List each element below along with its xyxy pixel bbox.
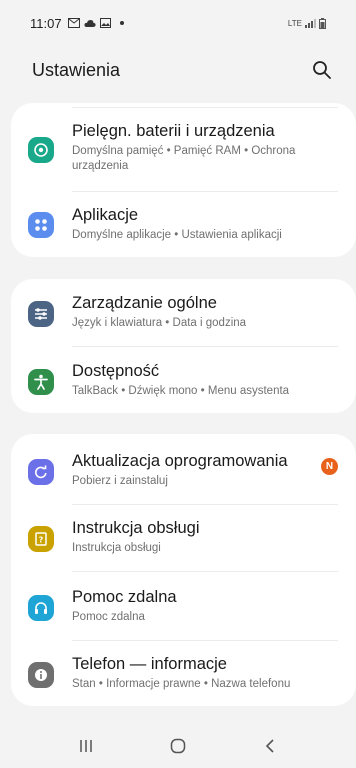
home-icon bbox=[170, 738, 186, 754]
item-subtitle: Instrukcja obsługi bbox=[72, 542, 161, 554]
recents-button[interactable] bbox=[66, 731, 106, 761]
settings-group-2: Zarządzanie ogólne Język i klawiatura • … bbox=[11, 279, 356, 413]
item-title: Aktualizacja oprogramowania bbox=[72, 452, 288, 470]
settings-item-software-update[interactable]: Aktualizacja oprogramowania Pobierz i za… bbox=[11, 451, 356, 501]
settings-item-user-manual[interactable]: ? Instrukcja obsługi Instrukcja obsługi bbox=[11, 518, 356, 568]
item-title: Instrukcja obsługi bbox=[72, 519, 200, 537]
notification-icons bbox=[67, 18, 124, 28]
settings-item-general-management[interactable]: Zarządzanie ogólne Język i klawiatura • … bbox=[11, 293, 356, 343]
divider bbox=[72, 346, 338, 347]
item-title: Zarządzanie ogólne bbox=[72, 294, 217, 312]
apps-icon bbox=[28, 212, 54, 238]
settings-group-1: Pielęgn. baterii i urządzenia Domyślna p… bbox=[11, 103, 356, 257]
device-care-icon bbox=[28, 137, 54, 163]
recents-icon bbox=[80, 740, 92, 752]
svg-text:?: ? bbox=[39, 536, 44, 545]
status-time: 11:07 bbox=[30, 15, 62, 31]
item-title: Aplikacje bbox=[72, 206, 139, 224]
divider bbox=[72, 640, 338, 641]
network-label: LTE bbox=[287, 18, 302, 28]
image-icon bbox=[99, 18, 111, 28]
dot-icon bbox=[119, 21, 124, 25]
item-subtitle: Pobierz i zainstaluj bbox=[72, 475, 168, 487]
item-title: Telefon — informacje bbox=[72, 655, 227, 673]
navigation-bar bbox=[0, 724, 356, 768]
search-button[interactable] bbox=[310, 58, 334, 82]
signal-icon bbox=[305, 18, 316, 28]
settings-item-accessibility[interactable]: Dostępność TalkBack • Dźwięk mono • Menu… bbox=[11, 361, 356, 411]
manual-icon: ? bbox=[28, 526, 54, 552]
info-icon bbox=[28, 662, 54, 688]
divider bbox=[72, 107, 338, 108]
headset-icon bbox=[28, 595, 54, 621]
item-subtitle: TalkBack • Dźwięk mono • Menu asystenta bbox=[72, 385, 290, 397]
status-bar: 11:07 LTE bbox=[0, 0, 356, 46]
item-title: Pomoc zdalna bbox=[72, 588, 177, 606]
settings-item-about-phone[interactable]: Telefon — informacje Stan • Informacje p… bbox=[11, 654, 356, 704]
app-bar: Ustawienia bbox=[0, 50, 356, 90]
settings-group-3: Aktualizacja oprogramowania Pobierz i za… bbox=[11, 434, 356, 706]
divider bbox=[72, 504, 338, 505]
settings-item-remote-support[interactable]: Pomoc zdalna Pomoc zdalna bbox=[11, 587, 356, 637]
divider bbox=[72, 191, 338, 192]
item-subtitle: Domyślna pamięć • Pamięć RAM • Ochrona u… bbox=[72, 145, 296, 172]
page-title: Ustawienia bbox=[32, 59, 121, 80]
mail-icon bbox=[67, 18, 80, 28]
item-title: Dostępność bbox=[72, 362, 160, 380]
settings-item-device-care[interactable]: Pielęgn. baterii i urządzenia Domyślna p… bbox=[11, 121, 356, 189]
item-title: Pielęgn. baterii i urządzenia bbox=[72, 122, 275, 140]
item-subtitle: Pomoc zdalna bbox=[72, 611, 145, 623]
status-right: LTE bbox=[287, 17, 326, 29]
cloud-icon bbox=[84, 19, 96, 27]
item-subtitle: Język i klawiatura • Data i godzina bbox=[72, 317, 247, 329]
settings-item-apps[interactable]: Aplikacje Domyślne aplikacje • Ustawieni… bbox=[11, 205, 356, 251]
sliders-icon bbox=[28, 301, 54, 327]
item-subtitle: Stan • Informacje prawne • Nazwa telefon… bbox=[72, 678, 291, 690]
software-update-icon bbox=[28, 459, 54, 485]
back-button[interactable] bbox=[250, 731, 290, 761]
item-subtitle: Domyślne aplikacje • Ustawienia aplikacj… bbox=[72, 229, 282, 241]
battery-icon bbox=[319, 17, 326, 29]
divider bbox=[72, 571, 338, 572]
home-button[interactable] bbox=[158, 731, 198, 761]
search-icon bbox=[313, 61, 331, 79]
accessibility-icon bbox=[28, 369, 54, 395]
back-icon bbox=[265, 739, 274, 753]
new-badge: N bbox=[321, 458, 338, 475]
